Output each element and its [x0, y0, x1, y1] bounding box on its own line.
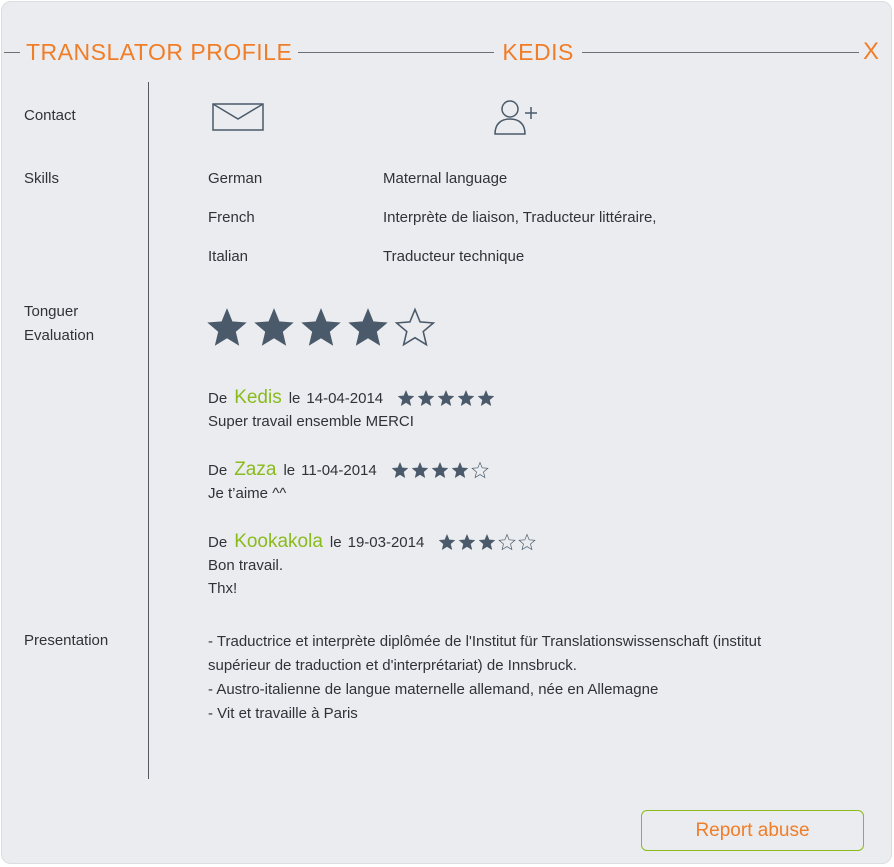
skills-label: Skills [24, 170, 60, 187]
skill-detail: Maternal language [383, 170, 508, 187]
star-filled-icon [451, 461, 469, 479]
star-filled-icon [207, 308, 247, 346]
review-le: le [329, 533, 342, 551]
skill-language: Italian [208, 248, 249, 265]
review-le: le [288, 389, 301, 407]
envelope-icon[interactable] [212, 103, 264, 131]
page-title: TRANSLATOR PROFILE [26, 38, 293, 65]
star-filled-icon [458, 533, 476, 551]
review-date: 19-03-2014 [347, 533, 425, 551]
review-date: 11-04-2014 [301, 461, 377, 479]
review-author-link[interactable]: Zaza [234, 459, 276, 481]
review-rating [438, 533, 537, 551]
evaluation-label-line1: Tonguer [24, 303, 79, 320]
review-comment: Thx! [208, 580, 238, 597]
add-user-icon[interactable] [491, 98, 539, 136]
presentation-line: - Traductrice et interprète diplômée de … [208, 633, 762, 650]
contact-label: Contact [24, 107, 76, 124]
presentation-text: - Traductrice et interprète diplômée de … [208, 630, 848, 726]
star-empty-icon [498, 533, 517, 551]
translator-profile-panel: TRANSLATOR PROFILE KEDIS X Contact Skill… [1, 1, 892, 864]
skill-detail: Interprète de liaison, Traducteur littér… [383, 209, 657, 226]
header-rule [581, 51, 859, 53]
review-prefix: De [208, 389, 228, 407]
profile-header: TRANSLATOR PROFILE KEDIS X [2, 36, 893, 68]
presentation-label: Presentation [24, 632, 109, 649]
star-filled-icon [478, 533, 496, 551]
star-filled-icon [457, 389, 475, 407]
star-empty-icon [471, 461, 489, 479]
evaluation-label-line2: Evaluation [24, 327, 95, 344]
star-empty-icon [518, 533, 537, 551]
review-author-link[interactable]: Kedis [234, 387, 282, 409]
skill-language: French [208, 209, 255, 226]
presentation-line: supérieur de traduction et d'interprétar… [208, 657, 577, 674]
star-filled-icon [438, 533, 456, 551]
star-filled-icon [431, 461, 449, 479]
presentation-line: - Austro-italienne de langue maternelle … [208, 681, 659, 698]
translator-name: KEDIS [502, 38, 574, 65]
review-rating [397, 389, 495, 407]
skill-language: German [208, 170, 263, 187]
evaluation-rating [206, 306, 436, 350]
star-filled-icon [301, 308, 341, 346]
review-comment: Je t’aime ^^ [208, 485, 287, 502]
review-rating [391, 461, 489, 479]
star-filled-icon [254, 308, 294, 346]
star-filled-icon [437, 389, 455, 407]
review-item: De Zaza le 11-04-2014 Je t’aime ^^ [208, 457, 489, 506]
review-author-link[interactable]: Kookakola [234, 531, 323, 553]
star-filled-icon [417, 389, 435, 407]
skill-detail: Traducteur technique [383, 248, 525, 265]
section-divider [148, 82, 149, 779]
star-filled-icon [397, 389, 415, 407]
presentation-line: - Vit et travaille à Paris [208, 705, 358, 722]
star-empty-icon [394, 307, 436, 347]
review-comment: Bon travail. [208, 557, 284, 574]
review-comment: Super travail ensemble MERCI [208, 413, 414, 430]
star-filled-icon [411, 461, 429, 479]
review-item: De Kookakola le 19-03-2014 Bon travail. … [208, 529, 537, 601]
header-rule [298, 51, 495, 53]
review-date: 14-04-2014 [306, 389, 384, 407]
close-button[interactable]: X [859, 38, 893, 66]
star-filled-icon [391, 461, 409, 479]
header-rule [4, 51, 20, 53]
review-prefix: De [208, 533, 228, 551]
review-item: De Kedis le 14-04-2014 Super travail ens… [208, 385, 495, 434]
review-le: le [283, 461, 296, 479]
star-filled-icon [348, 308, 388, 346]
report-abuse-button[interactable]: Report abuse [641, 810, 864, 851]
star-filled-icon [477, 389, 495, 407]
review-prefix: De [208, 461, 228, 479]
